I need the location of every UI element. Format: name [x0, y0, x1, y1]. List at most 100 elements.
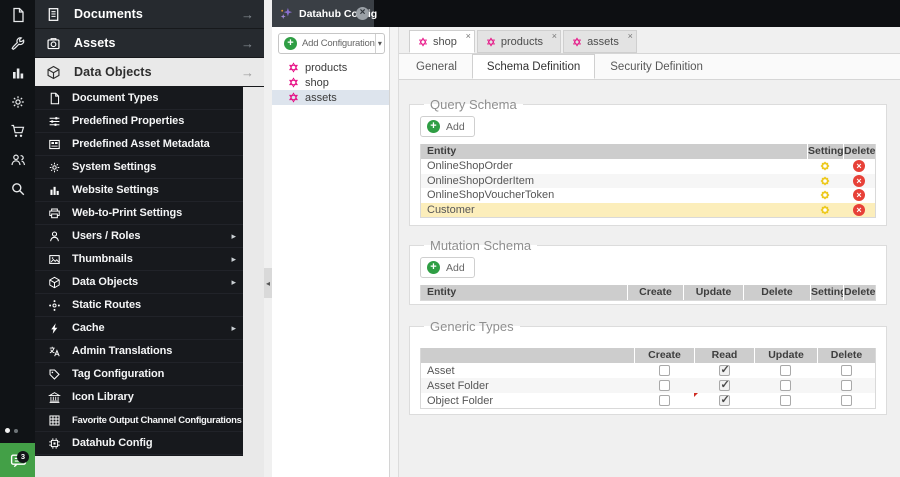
table-row[interactable]: OnlineShopOrderItem	[421, 173, 875, 188]
menu-item-label: Predefined Properties	[72, 115, 185, 127]
menu-item-document-types[interactable]: Document Types	[35, 87, 243, 110]
tab-schema-definition[interactable]: Schema Definition	[471, 54, 596, 79]
menu-item-datahub-config[interactable]: Datahub Config	[35, 432, 243, 455]
delete-checkbox[interactable]	[840, 395, 852, 406]
menu-item-tag-configuration[interactable]: Tag Configuration	[35, 363, 243, 386]
create-checkbox[interactable]	[658, 380, 670, 391]
tree-item-products[interactable]: products	[272, 60, 389, 75]
sidebar-item-data-objects[interactable]: Data Objects	[35, 58, 264, 87]
sidebar-item-documents[interactable]: Documents	[35, 0, 264, 29]
column-header-delete[interactable]: Delete	[843, 144, 875, 159]
tools-icon[interactable]	[0, 29, 35, 58]
update-checkbox[interactable]	[780, 365, 791, 376]
delete-icon[interactable]	[853, 189, 865, 202]
mutation-add-button[interactable]: Add	[420, 257, 475, 278]
create-checkbox[interactable]	[658, 365, 670, 376]
column-header-delete[interactable]: Delete	[843, 285, 875, 300]
reports-icon[interactable]	[0, 58, 35, 87]
menu-item-users-roles[interactable]: Users / Roles	[35, 225, 243, 248]
notifications-chat-button[interactable]: 3	[0, 443, 37, 477]
tab-security-definition[interactable]: Security Definition	[595, 54, 718, 79]
column-header-delete[interactable]: Delete	[817, 348, 875, 363]
table-row[interactable]: Asset Folder	[421, 378, 875, 393]
tree-item-shop[interactable]: shop	[272, 75, 389, 90]
entity-cell: OnlineShopVoucherToken	[427, 189, 555, 202]
settings-icon[interactable]	[0, 87, 35, 116]
query-add-button[interactable]: Add	[420, 116, 475, 137]
config-tab-products[interactable]: products	[476, 30, 562, 53]
chevron-down-icon[interactable]	[374, 34, 384, 53]
menu-item-data-objects[interactable]: Data Objects	[35, 271, 243, 294]
tab-general[interactable]: General	[401, 54, 472, 79]
column-header-update[interactable]: Update	[683, 285, 743, 300]
properties-icon	[48, 115, 61, 128]
menu-item-predefined-asset-metadata[interactable]: Predefined Asset Metadata	[35, 133, 243, 156]
ecommerce-icon[interactable]	[0, 116, 35, 145]
menu-item-thumbnails[interactable]: Thumbnails	[35, 248, 243, 271]
sidebar-item-assets[interactable]: Assets	[35, 29, 264, 58]
menu-item-web-to-print-settings[interactable]: Web-to-Print Settings	[35, 202, 243, 225]
delete-icon[interactable]	[853, 174, 865, 187]
menu-item-website-settings[interactable]: Website Settings	[35, 179, 243, 202]
column-header-update[interactable]: Update	[754, 348, 817, 363]
close-icon[interactable]	[628, 31, 633, 41]
settings-gear-icon[interactable]	[819, 175, 831, 187]
column-header-read[interactable]: Read	[694, 348, 754, 363]
menu-item-icon-library[interactable]: Icon Library	[35, 386, 243, 409]
config-tab-assets[interactable]: assets	[563, 30, 637, 53]
column-header-entity[interactable]: Entity	[421, 144, 807, 159]
delete-icon[interactable]	[853, 160, 865, 173]
menu-item-cache[interactable]: Cache	[35, 317, 243, 340]
menu-item-static-routes[interactable]: Static Routes	[35, 294, 243, 317]
close-icon[interactable]	[466, 31, 471, 41]
read-checkbox[interactable]	[718, 363, 730, 376]
section-tabbar: General Schema Definition Security Defin…	[399, 54, 900, 80]
settings-gear-icon[interactable]	[819, 189, 831, 201]
customers-icon[interactable]	[0, 145, 35, 174]
grid-header: Create Read Update Delete	[421, 348, 875, 363]
menu-item-predefined-properties[interactable]: Predefined Properties	[35, 110, 243, 133]
column-header-settings[interactable]: Settings	[807, 144, 843, 159]
table-row[interactable]: Asset	[421, 363, 875, 378]
table-row[interactable]: OnlineShopOrder	[421, 159, 875, 174]
config-tab-shop[interactable]: shop	[409, 30, 475, 53]
create-checkbox[interactable]	[658, 395, 670, 406]
delete-icon[interactable]	[853, 203, 865, 216]
table-row[interactable]: OnlineShopVoucherToken	[421, 188, 875, 203]
pager-dot	[14, 429, 18, 433]
column-header-entity[interactable]: Entity	[421, 285, 627, 300]
settings-gear-icon[interactable]	[819, 204, 831, 216]
table-row-selected[interactable]: Customer	[421, 202, 875, 217]
column-header-delete[interactable]: Delete	[743, 285, 810, 300]
update-checkbox[interactable]	[780, 380, 791, 391]
window-tab-datahub-config[interactable]: Datahub Config	[272, 0, 377, 27]
close-icon[interactable]	[356, 7, 369, 20]
menu-item-label: Tag Configuration	[72, 368, 165, 380]
documents-icon[interactable]	[0, 0, 35, 29]
tree-item-assets[interactable]: assets	[272, 90, 389, 105]
menu-item-favorite-output-channels[interactable]: Favorite Output Channel Configurations	[35, 409, 243, 432]
panel-splitter[interactable]	[390, 27, 398, 477]
column-header-settings[interactable]: Settings	[810, 285, 843, 300]
config-star-icon	[288, 92, 299, 103]
read-checkbox[interactable]	[718, 393, 730, 406]
settings-menu: Document Types Predefined Properties Pre…	[35, 87, 243, 456]
close-icon[interactable]	[552, 31, 557, 41]
add-label: Add	[446, 261, 465, 274]
routes-icon	[48, 299, 61, 312]
collapse-handle[interactable]	[264, 268, 272, 298]
read-checkbox[interactable]	[718, 378, 730, 391]
search-icon[interactable]	[0, 174, 35, 203]
update-checkbox[interactable]	[780, 395, 791, 406]
menu-item-system-settings[interactable]: System Settings	[35, 156, 243, 179]
menu-item-admin-translations[interactable]: Admin Translations	[35, 340, 243, 363]
add-configuration-button[interactable]: Add Configuration	[278, 33, 385, 54]
plus-icon	[427, 120, 440, 133]
delete-checkbox[interactable]	[840, 380, 852, 391]
delete-checkbox[interactable]	[840, 365, 852, 376]
asset-metadata-icon	[48, 138, 61, 151]
column-header-create[interactable]: Create	[627, 285, 683, 300]
settings-gear-icon[interactable]	[819, 160, 831, 172]
table-row[interactable]: Object Folder	[421, 393, 875, 408]
column-header-create[interactable]: Create	[634, 348, 694, 363]
